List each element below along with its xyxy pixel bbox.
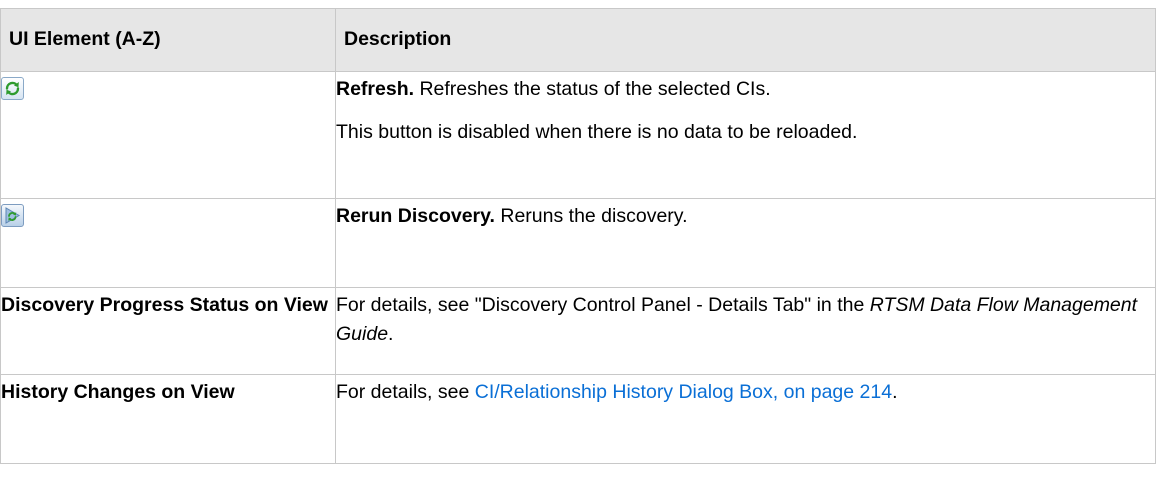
rerun-discovery-icon — [1, 204, 24, 227]
description-text: Reruns the discovery. — [494, 205, 688, 227]
description-text: Refreshes the status of the selected CIs… — [414, 78, 771, 100]
description-cell: For details, see CI/Relationship History… — [335, 374, 1156, 464]
history-dialog-link[interactable]: CI/Relationship History Dialog Box, on p… — [475, 381, 892, 403]
description-cell: Refresh. Refreshes the status of the sel… — [335, 71, 1156, 199]
column-header-description: Description — [335, 8, 1156, 72]
table-row: History Changes on View For details, see… — [0, 374, 1156, 464]
description-cell: For details, see "Discovery Control Pane… — [335, 287, 1156, 375]
ui-element-cell — [0, 198, 336, 288]
ui-elements-table: UI Element (A-Z) Description Refresh. Re… — [0, 8, 1156, 464]
ui-element-name: History Changes on View — [1, 381, 235, 403]
description-text-end: . — [388, 323, 394, 346]
description-note: This button is disabled when there is no… — [336, 121, 858, 144]
ui-element-cell: History Changes on View — [0, 374, 336, 464]
description-cell: Rerun Discovery. Reruns the discovery. — [335, 198, 1156, 288]
description-paragraph: Rerun Discovery. Reruns the discovery. — [336, 202, 1155, 231]
ui-element-cell — [0, 71, 336, 199]
description-text-end: . — [892, 381, 898, 403]
ui-element-name: Discovery Progress Status on View — [1, 294, 328, 316]
description-paragraph: For details, see "Discovery Control Pane… — [336, 291, 1155, 350]
description-text: For details, see "Discovery Control Pane… — [336, 294, 870, 316]
description-term: Rerun Discovery. — [336, 205, 495, 227]
description-text: For details, see — [336, 381, 475, 403]
table-row: Discovery Progress Status on View For de… — [0, 287, 1156, 375]
table-header-row: UI Element (A-Z) Description — [0, 8, 1156, 72]
description-paragraph: For details, see CI/Relationship History… — [336, 378, 1155, 407]
description-term: Refresh. — [336, 78, 415, 100]
table-row: Rerun Discovery. Reruns the discovery. — [0, 198, 1156, 288]
description-paragraph: Refresh. Refreshes the status of the sel… — [336, 75, 1155, 104]
column-header-ui-element: UI Element (A-Z) — [0, 8, 336, 72]
ui-element-cell: Discovery Progress Status on View — [0, 287, 336, 375]
table-row: Refresh. Refreshes the status of the sel… — [0, 71, 1156, 199]
refresh-icon — [1, 77, 24, 100]
